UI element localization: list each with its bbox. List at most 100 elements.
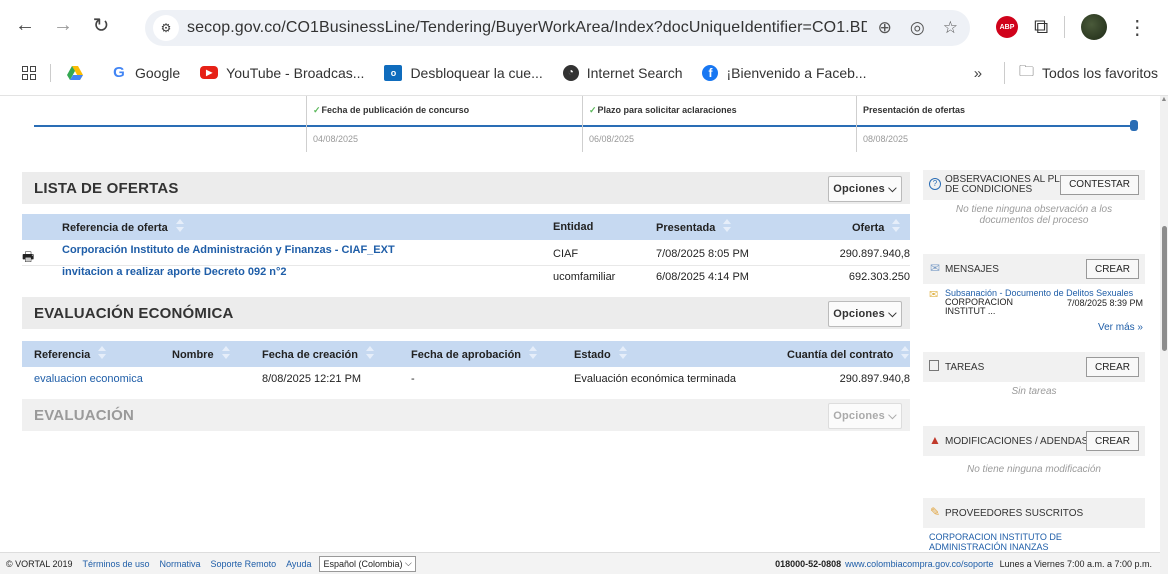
adblock-icon[interactable]: ABP (996, 16, 1018, 38)
check-icon: ✓ (589, 105, 597, 115)
sort-icon[interactable] (366, 346, 374, 360)
evaluacion-link[interactable]: evaluacion economica (34, 373, 143, 385)
evaluacion-table-header: Referencia Nombre Fecha de creación Fech… (22, 341, 910, 367)
panel-title: MENSAJES (945, 263, 999, 275)
sort-icon[interactable] (618, 346, 627, 360)
url-text[interactable]: secop.gov.co/CO1BusinessLine/Tendering/B… (187, 19, 867, 37)
proveedor-link[interactable]: CORPORACION INSTITUTO DE ADMINISTRACIÓN … (923, 528, 1145, 552)
bookmark-youtube[interactable]: ▶ YouTube - Broadcas... (200, 65, 364, 81)
address-bar[interactable]: ⚙ secop.gov.co/CO1BusinessLine/Tendering… (145, 10, 970, 46)
footer-link-normativa[interactable]: Normativa (160, 559, 201, 569)
oferta-link[interactable]: Corporación Instituto de Administración … (62, 244, 395, 256)
col-header[interactable]: Presentada (656, 219, 732, 235)
col-header[interactable]: Estado (574, 346, 627, 362)
oferta-link[interactable]: invitacion a realizar aporte Decreto 092… (62, 266, 287, 278)
bookmarks-overflow-icon[interactable]: » (974, 65, 982, 82)
forward-icon[interactable]: → (48, 10, 78, 40)
extensions-icon[interactable]: ⧉ (1034, 16, 1048, 39)
timeline-marker (1130, 120, 1138, 131)
observaciones-header: ? OBSERVACIONES AL PLIEGO DE CONDICIONES… (923, 170, 1145, 200)
sort-icon[interactable] (723, 219, 732, 233)
crear-mensaje-button[interactable]: Crear (1085, 259, 1139, 279)
timeline-step: Presentación de ofertas 08/08/2025 (856, 96, 965, 152)
google-icon: G (113, 64, 125, 81)
footer-link-soporte[interactable]: Soporte Remoto (211, 559, 277, 569)
contestar-button[interactable]: Contestar (1060, 175, 1139, 195)
profile-avatar[interactable] (1081, 14, 1108, 40)
reload-icon[interactable]: ↻ (86, 10, 116, 40)
check-icon: ✓ (313, 105, 321, 115)
col-header[interactable]: Referencia de oferta (62, 219, 184, 235)
col-header[interactable]: Referencia (34, 346, 107, 362)
support-hours: Lunes a Viernes 7:00 a.m. a 7:00 p.m. (999, 559, 1152, 569)
tareas-panel: TAREAS Crear Sin tareas (923, 352, 1145, 401)
crear-tarea-button[interactable]: Crear (1085, 357, 1139, 377)
bookmark-outlook[interactable]: o Desbloquear la cue... (384, 64, 543, 81)
table-row: invitacion a realizar aporte Decreto 092… (22, 266, 910, 290)
bookmark-drive[interactable] (67, 65, 91, 81)
eye-icon[interactable]: ◎ (910, 18, 925, 38)
process-timeline: ✓Fecha de publicación de concurso 04/08/… (0, 96, 1160, 158)
menu-kebab-icon[interactable]: ⋮ (1127, 15, 1147, 40)
support-phone: 018000-52-0808 (775, 559, 842, 569)
col-header[interactable]: Nombre (172, 346, 230, 362)
observaciones-panel: ? OBSERVACIONES AL PLIEGO DE CONDICIONES… (923, 170, 1145, 230)
back-icon[interactable]: ← (10, 10, 40, 40)
timeline-step-date: 06/08/2025 (589, 134, 635, 144)
scroll-up-icon[interactable]: ▲ (1160, 96, 1168, 103)
col-header[interactable]: Fecha de creación (262, 346, 374, 362)
ofertas-options-button[interactable]: Opciones ⌵ (828, 176, 902, 202)
timeline-step-label: Presentación de ofertas (863, 105, 966, 115)
section-title: LISTA DE OFERTAS (34, 179, 179, 197)
timeline-step: ✓Plazo para solicitar aclaraciones 06/08… (582, 96, 737, 152)
support-link[interactable]: www.colombiacompra.gov.co/soporte (845, 559, 993, 569)
language-select[interactable]: Español (Colombia) ⌵ (319, 555, 416, 572)
timeline-step: ✓Fecha de publicación de concurso 04/08/… (306, 96, 469, 152)
col-header[interactable]: Fecha de aprobación (411, 346, 538, 362)
ofertas-table-header: Referencia de oferta Entidad Presentada … (22, 214, 910, 240)
sort-icon[interactable] (529, 346, 538, 360)
footer-link-ayuda[interactable]: Ayuda (286, 559, 311, 569)
col-header[interactable]: Cuantía del contrato (787, 346, 910, 362)
site-info-icon[interactable]: ⚙ (153, 15, 179, 41)
scroll-thumb[interactable] (1162, 226, 1167, 351)
sort-icon[interactable] (892, 219, 901, 233)
mensajes-header: ✉ MENSAJES Crear (923, 254, 1145, 284)
youtube-icon: ▶ (200, 66, 219, 79)
sort-icon[interactable] (221, 346, 230, 360)
evaluacion-economica-header: EVALUACIÓN ECONÓMICA Opciones ⌵ (22, 297, 910, 329)
bookmark-star-icon[interactable]: ☆ (943, 18, 958, 38)
all-favorites-folder[interactable]: Todos los favoritos (1042, 65, 1158, 81)
modificaciones-panel: ▲ MODIFICACIONES / ADENDAS Crear No tien… (923, 426, 1145, 479)
bookmark-facebook[interactable]: f ¡Bienvenido a Faceb... (702, 64, 867, 81)
toolbar-divider (1064, 16, 1066, 38)
evaluacion-options-button[interactable]: Opciones ⌵ (828, 403, 902, 429)
cell-cuantia: 290.897.940,8 (839, 373, 910, 385)
zoom-icon[interactable]: ⊕ (878, 18, 892, 38)
sort-icon[interactable] (98, 346, 107, 360)
col-header[interactable]: Oferta (852, 219, 901, 235)
sort-icon[interactable] (901, 346, 910, 360)
bookmark-internet-search[interactable]: ◔ Internet Search (562, 64, 682, 81)
language-value: Español (Colombia) (323, 558, 403, 569)
panel-title: PROVEEDORES SUSCRITOS (945, 507, 1084, 519)
bookmark-google[interactable]: G Google (111, 64, 180, 81)
crear-modificacion-button[interactable]: Crear (1085, 431, 1139, 451)
cell-oferta: 290.897.940,8 (839, 248, 910, 260)
chevron-down-icon: ⌵ (888, 409, 897, 422)
evaluacion-economica-options-button[interactable]: Opciones ⌵ (828, 301, 902, 327)
col-header[interactable]: Entidad (553, 221, 593, 233)
page-scrollbar[interactable]: ▲ (1160, 96, 1168, 574)
proveedores-panel: ✎ PROVEEDORES SUSCRITOS CORPORACION INST… (923, 498, 1145, 552)
bookmark-label: Desbloquear la cue... (410, 64, 543, 81)
apps-grid-icon[interactable] (22, 65, 36, 80)
bookmarks-divider (1004, 62, 1006, 84)
cell-entidad: CIAF (553, 248, 579, 260)
message-item[interactable]: ✉ Subsanación - Documento de Delitos Sex… (923, 284, 1145, 324)
drive-icon (67, 65, 83, 81)
tareas-header: TAREAS Crear (923, 352, 1145, 382)
footer-link-terminos[interactable]: Términos de uso (83, 559, 150, 569)
proveedores-header: ✎ PROVEEDORES SUSCRITOS (923, 498, 1145, 528)
sort-icon[interactable] (175, 219, 184, 233)
section-title: EVALUACIÓN ECONÓMICA (34, 304, 234, 322)
